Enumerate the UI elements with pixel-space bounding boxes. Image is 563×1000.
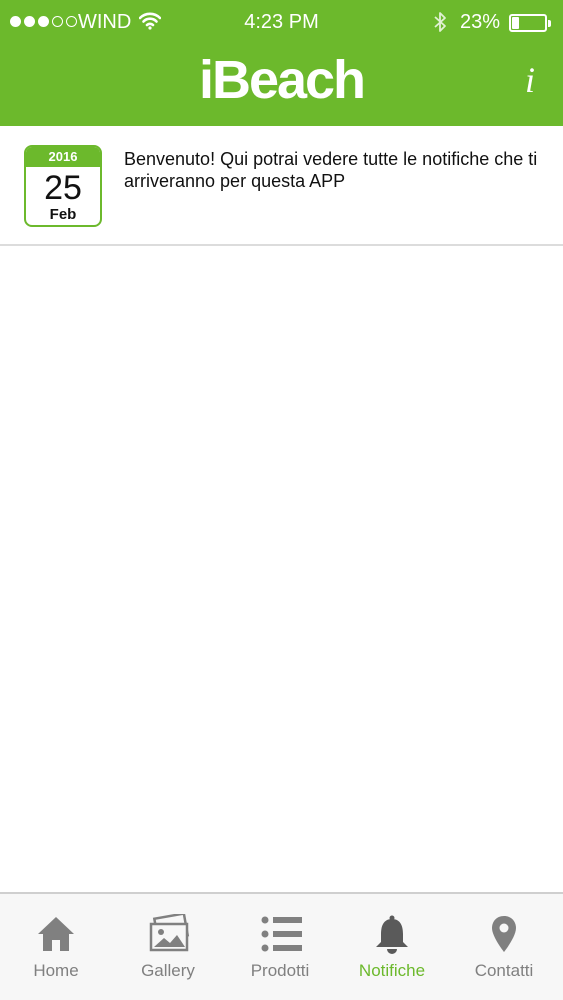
calendar-month: Feb (49, 206, 77, 223)
calendar-day: 25 (44, 169, 82, 207)
gallery-icon (149, 914, 190, 952)
battery-percentage: 23% (460, 11, 501, 33)
tab-gallery[interactable]: Gallery (112, 894, 224, 1000)
notification-message: Benvenuto! Qui potrai vedere tutte le no… (124, 149, 538, 191)
tab-notifiche-label: Notifiche (358, 961, 426, 980)
tab-contatti-label: Contatti (474, 961, 534, 980)
calendar-date-icon: 2016 25 Feb (24, 145, 102, 227)
tab-bar: Home Gallery Prodotti Notifiche Contatti (0, 892, 563, 1000)
info-button[interactable]: i (515, 58, 545, 102)
calendar-year: 2016 (26, 147, 100, 167)
app-title: iBeach (198, 50, 366, 110)
top-bar: WIND 4:23 PM 23% iBeach i (0, 0, 563, 126)
home-icon (38, 917, 74, 951)
bluetooth-icon (434, 12, 446, 32)
tab-contatti[interactable]: Contatti (448, 894, 560, 1000)
notification-item[interactable]: 2016 25 Feb Benvenuto! Qui potrai vedere… (0, 126, 563, 246)
list-icon (261, 916, 302, 952)
tab-prodotti[interactable]: Prodotti (224, 894, 336, 1000)
map-pin-icon (492, 916, 516, 952)
battery-level-fill (512, 17, 520, 29)
tab-prodotti-label: Prodotti (250, 961, 310, 980)
tab-notifiche[interactable]: Notifiche (336, 894, 448, 1000)
tab-home-label: Home (33, 961, 79, 980)
tab-home[interactable]: Home (0, 894, 112, 1000)
bell-icon (376, 915, 408, 954)
battery-tip (548, 20, 551, 27)
status-bar: WIND 4:23 PM 23% (0, 0, 563, 46)
tab-gallery-label: Gallery (141, 961, 195, 980)
battery-icon (509, 14, 547, 32)
